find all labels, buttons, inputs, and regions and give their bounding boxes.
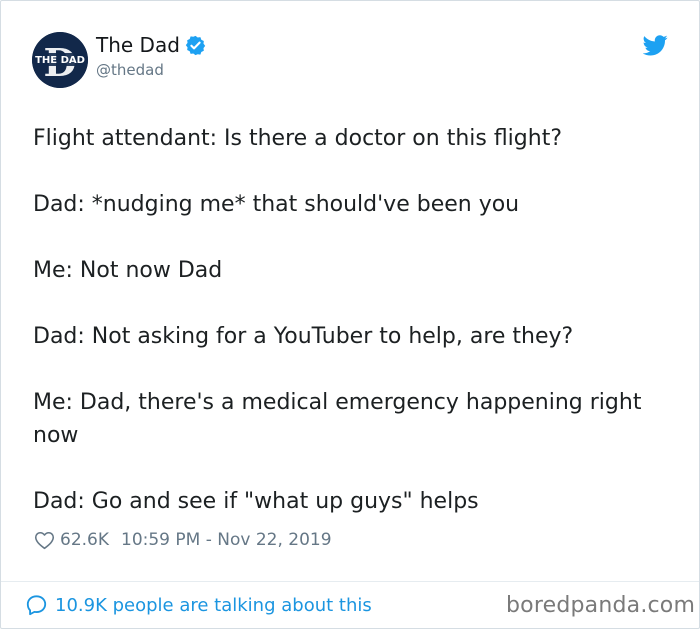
avatar[interactable]: D THE DAD [32,32,88,88]
author-handle[interactable]: @thedad [96,61,164,79]
heart-icon[interactable] [34,530,55,550]
avatar-text: THE DAD [35,55,85,66]
tweet-line: Dad: Not asking for a YouTuber to help, … [33,324,574,349]
tweet-line: Dad: *nudging me* that should've been yo… [33,192,520,217]
tweet-line: Me: Not now Dad [33,258,223,283]
tweet-line: Dad: Go and see if "what up guys" helps [33,489,479,514]
talking-text[interactable]: 10.9K people are talking about this [55,595,372,616]
twitter-bird-icon[interactable] [643,35,668,56]
talking-link[interactable]: 10.9K people are talking about this [25,594,372,616]
watermark: boredpanda.com [506,593,696,618]
tweet-text: Flight attendant: Is there a doctor on t… [33,122,673,551]
verified-badge-icon [185,35,206,55]
like-count[interactable]: 62.6K [60,530,109,550]
tweet-timestamp[interactable]: 10:59 PM - Nov 22, 2019 [121,530,332,550]
author-name-row[interactable]: The Dad [96,33,206,57]
tweet-line: Flight attendant: Is there a doctor on t… [33,126,563,151]
author-display-name[interactable]: The Dad [96,33,180,57]
tweet-card: D THE DAD The Dad @thedad Flight attenda… [0,0,700,629]
comment-bubble-icon [26,595,47,616]
tweet-line: Me: Dad, there's a medical emergency hap… [33,390,642,448]
tweet-meta: 62.6K 10:59 PM - Nov 22, 2019 [34,530,332,550]
divider [1,581,699,582]
